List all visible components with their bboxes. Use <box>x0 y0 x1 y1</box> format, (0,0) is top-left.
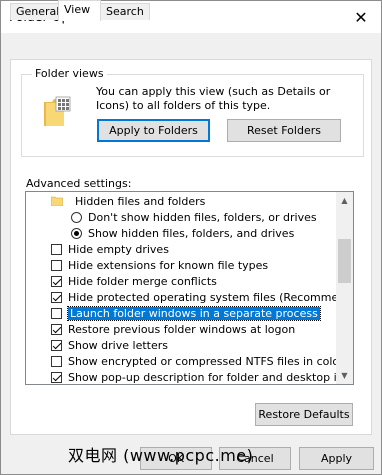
checkbox[interactable] <box>51 259 62 271</box>
watermark-text: 双电网 (www.pcpc.me) <box>68 446 254 465</box>
scroll-up-icon[interactable]: ▲ <box>336 192 353 209</box>
checkbox[interactable] <box>51 307 62 319</box>
scroll-down-icon[interactable]: ▼ <box>336 367 353 384</box>
checkbox[interactable] <box>51 355 62 367</box>
checkbox[interactable] <box>51 243 62 255</box>
checkbox-hide-protected-os-files[interactable]: Hide protected operating system files (R… <box>51 289 353 305</box>
checkbox-hide-extensions[interactable]: Hide extensions for known file types <box>51 257 268 273</box>
scroll-thumb[interactable] <box>338 239 351 283</box>
folder-views-description: You can apply this view (such as Details… <box>96 85 331 112</box>
radio-button[interactable] <box>71 211 82 223</box>
tab-search[interactable]: Search <box>100 3 150 20</box>
advanced-settings-list[interactable]: Hidden files and folders Don't show hidd… <box>25 191 354 385</box>
checkbox-show-popup-description[interactable]: Show pop-up description for folder and d… <box>51 369 353 384</box>
checkbox[interactable] <box>51 275 62 287</box>
close-icon: ✕ <box>354 7 368 27</box>
folder-options-window: Folder Options ✕ General View Search Fol… <box>0 0 382 475</box>
checkbox-hide-empty-drives[interactable]: Hide empty drives <box>51 241 169 257</box>
radio-show-hidden[interactable]: Show hidden files, folders, and drives <box>71 225 294 241</box>
folder-views-label: Folder views <box>32 67 107 80</box>
checkbox-restore-previous-windows[interactable]: Restore previous folder windows at logon <box>51 321 295 337</box>
checkbox-launch-separate-process[interactable]: Launch folder windows in a separate proc… <box>51 305 321 321</box>
reset-folders-button[interactable]: Reset Folders <box>227 119 341 142</box>
folder-icon <box>51 196 63 206</box>
close-button[interactable]: ✕ <box>341 1 381 33</box>
apply-to-folders-button[interactable]: Apply to Folders <box>97 119 210 142</box>
tab-view[interactable]: View <box>58 0 101 21</box>
checkbox-show-drive-letters[interactable]: Show drive letters <box>51 337 168 353</box>
checkbox[interactable] <box>51 323 62 335</box>
checkbox[interactable] <box>51 291 62 303</box>
checkbox[interactable] <box>51 371 62 383</box>
checkbox[interactable] <box>51 339 62 351</box>
list-scrollbar[interactable]: ▲ ▼ <box>336 192 353 384</box>
radio-button[interactable] <box>71 227 82 239</box>
list-item-hidden-files-folder: Hidden files and folders <box>51 193 205 209</box>
checkbox-show-encrypted-color[interactable]: Show encrypted or compressed NTFS files … <box>51 353 344 369</box>
radio-dont-show-hidden[interactable]: Don't show hidden files, folders, or dri… <box>71 209 317 225</box>
restore-defaults-button[interactable]: Restore Defaults <box>255 403 353 426</box>
apply-button[interactable]: Apply <box>299 447 374 470</box>
folder-views-icon <box>42 96 72 128</box>
advanced-settings-label: Advanced settings: <box>26 177 132 190</box>
checkbox-hide-merge-conflicts[interactable]: Hide folder merge conflicts <box>51 273 217 289</box>
